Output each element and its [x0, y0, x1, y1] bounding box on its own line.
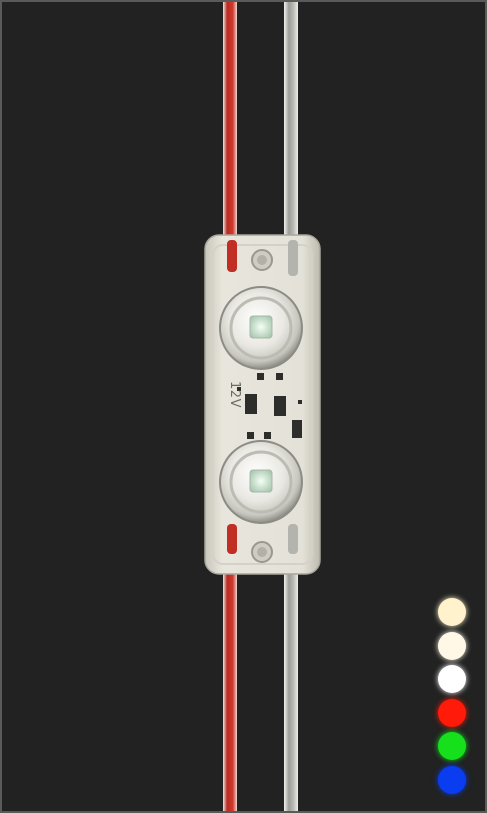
led-module-photo [204, 2, 321, 811]
voltage-label: 12V [226, 381, 242, 408]
led-lens-top [219, 286, 303, 370]
color-options [436, 598, 468, 794]
color-swatch-cool-white[interactable] [438, 665, 466, 693]
color-swatch-blue[interactable] [438, 765, 466, 794]
color-swatch-warm-white[interactable] [438, 598, 466, 626]
color-swatch-natural-white[interactable] [438, 631, 466, 660]
product-image-frame: 12V [0, 0, 487, 813]
color-swatch-green[interactable] [438, 732, 466, 760]
led-lens-bottom [219, 440, 303, 524]
color-swatch-red[interactable] [438, 698, 466, 727]
